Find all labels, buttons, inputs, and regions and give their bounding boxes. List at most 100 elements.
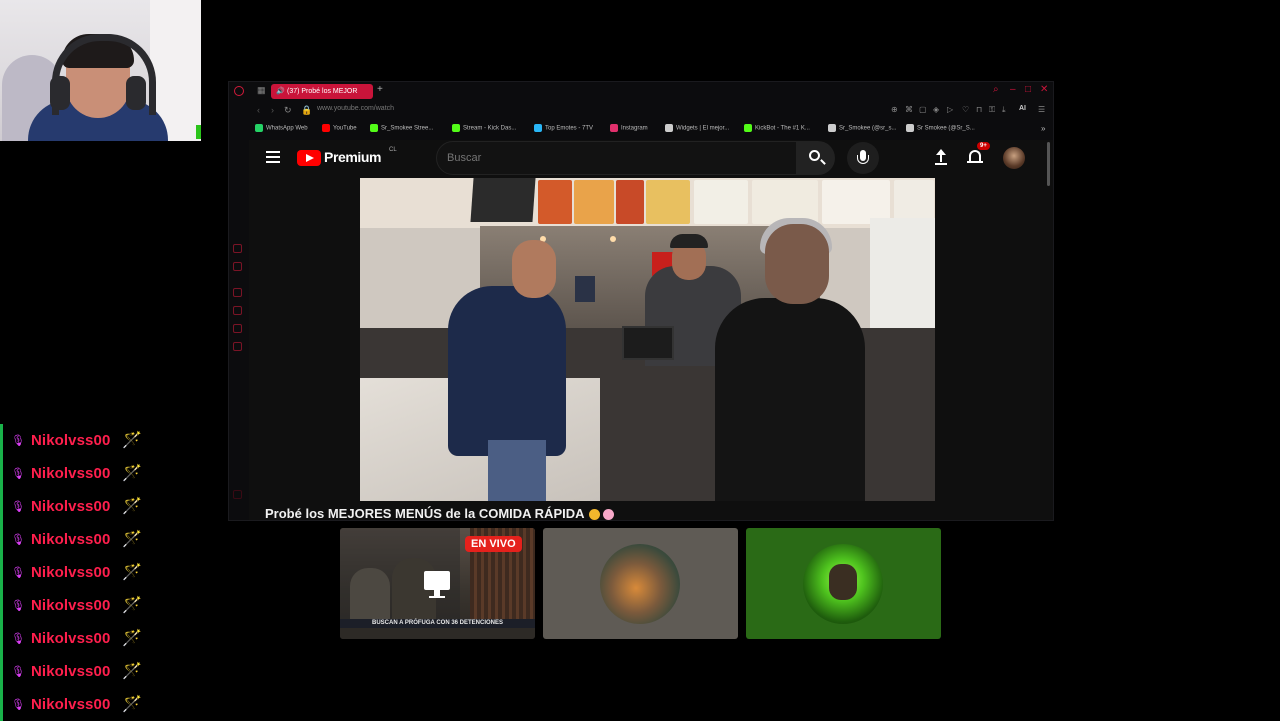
- mic-badge-icon: 🎙: [11, 467, 25, 480]
- bookmark-favicon-icon: [828, 124, 836, 132]
- chat-username: Nikolvss00: [31, 432, 111, 449]
- voice-search-button[interactable]: [847, 142, 879, 174]
- streamer-avatar-card-green[interactable]: [746, 528, 941, 639]
- wand-emote-icon: 🪄: [122, 695, 142, 713]
- shield-icon[interactable]: ◈: [933, 105, 939, 114]
- bookmark-item[interactable]: Sr_Smokee (@sr_s...: [828, 124, 896, 132]
- bookmark-favicon-icon: [452, 124, 460, 132]
- scrollbar[interactable]: [1047, 142, 1050, 186]
- new-tab-button[interactable]: +: [377, 85, 383, 95]
- maximize-button[interactable]: □: [1025, 85, 1031, 95]
- mic-badge-icon: 🎙: [11, 665, 25, 678]
- forward-button[interactable]: ›: [271, 105, 274, 115]
- sidebar-download-icon[interactable]: [233, 306, 242, 315]
- sidebar-settings-icon[interactable]: [233, 342, 242, 351]
- search-icon: [809, 150, 820, 161]
- bookmark-favicon-icon: [906, 124, 914, 132]
- bookmark-favicon-icon: [744, 124, 752, 132]
- youtube-premium-logo[interactable]: Premium: [324, 149, 382, 165]
- monitor-icon: [424, 571, 450, 598]
- video-player[interactable]: [360, 178, 935, 501]
- speaker-icon[interactable]: 🔊: [276, 84, 285, 99]
- browser-sidebar: [229, 138, 247, 522]
- sidebar-chat-icon[interactable]: [233, 324, 242, 333]
- bookmark-favicon-icon: [370, 124, 378, 132]
- wand-emote-icon: 🪄: [122, 497, 142, 515]
- chat-message: 🎙 Nikolvss00 🪄: [0, 457, 200, 490]
- reload-icon[interactable]: ↻: [284, 105, 292, 116]
- menu-icon[interactable]: ☰: [1038, 105, 1045, 114]
- mic-badge-icon: 🎙: [11, 533, 25, 546]
- bookmark-item[interactable]: Sr_Smokee Stree...: [370, 124, 433, 132]
- chat-overlay: 🎙 Nikolvss00 🪄 🎙 Nikolvss00 🪄 🎙 Nikolvss00 🪄 🎙 Nik…: [0, 424, 200, 721]
- bookmark-item[interactable]: Sr Smokee (@Sr_S...: [906, 124, 975, 132]
- bookmarks-bar: WhatsApp Web YouTube Sr_Smokee Stree... Str…: [229, 123, 1053, 136]
- play-icon[interactable]: ▷: [947, 105, 953, 114]
- avatar[interactable]: [1003, 147, 1025, 169]
- bookmark-item[interactable]: Stream - Kick Das...: [452, 124, 516, 132]
- fire-emoji-icon: [588, 509, 600, 520]
- chat-message: 🎙 Nikolvss00 🪄: [0, 589, 200, 622]
- upload-icon[interactable]: [935, 149, 947, 165]
- extension-icon[interactable]: ⌘: [905, 105, 913, 114]
- chat-message: 🎙 Nikolvss00 🪄: [0, 490, 200, 523]
- tab-title: (37) Probé los MEJOR: [287, 88, 358, 95]
- chat-username: Nikolvss00: [31, 630, 111, 647]
- chat-username: Nikolvss00: [31, 564, 111, 581]
- mic-badge-icon: 🎙: [11, 434, 25, 447]
- bookmark-item[interactable]: Widgets | El mejor...: [665, 124, 729, 132]
- bookmark-icon[interactable]: ⊓: [976, 105, 982, 114]
- zoom-icon[interactable]: ⊕: [891, 105, 898, 114]
- chat-username: Nikolvss00: [31, 597, 111, 614]
- close-button[interactable]: ✕: [1040, 85, 1048, 95]
- bookmark-item[interactable]: Instagram: [610, 124, 648, 132]
- tab-bar: ▦ 🔊 (37) Probé los MEJOR + ⌕ – □ ✕: [229, 82, 1053, 102]
- hamburger-menu-icon[interactable]: [266, 151, 280, 163]
- tabs-grid-icon[interactable]: ▦: [257, 86, 266, 95]
- download-icon[interactable]: ⤓: [1002, 105, 1006, 115]
- sidebar-clock-icon[interactable]: [233, 288, 242, 297]
- restaurant-sign: [470, 178, 536, 222]
- browser-window: ▦ 🔊 (37) Probé los MEJOR + ⌕ – □ ✕ ‹ › ↻…: [228, 81, 1054, 521]
- wand-emote-icon: 🪄: [122, 563, 142, 581]
- bookmark-favicon-icon: [534, 124, 542, 132]
- video-title: Probé los MEJORES MENÚS de la COMIDA RÁP…: [265, 506, 614, 520]
- minimize-button[interactable]: –: [1010, 85, 1016, 95]
- sidebar-notes-icon[interactable]: [233, 262, 242, 271]
- bookmarks-overflow-icon[interactable]: »: [1041, 124, 1045, 133]
- chat-message: 🎙 Nikolvss00 🪄: [0, 688, 200, 721]
- wand-emote-icon: 🪄: [122, 629, 142, 647]
- streamer-avatar-card[interactable]: [543, 528, 738, 639]
- wallet-icon[interactable]: ⚿: [989, 105, 995, 115]
- url-field[interactable]: www.youtube.com/watch: [317, 105, 394, 112]
- ai-button[interactable]: AI: [1019, 105, 1026, 112]
- chat-username: Nikolvss00: [31, 696, 111, 713]
- search-input[interactable]: [436, 141, 797, 175]
- chat-username: Nikolvss00: [31, 531, 111, 548]
- bookmark-item[interactable]: WhatsApp Web: [255, 124, 308, 132]
- heart-icon[interactable]: ♡: [962, 105, 969, 114]
- mic-badge-icon: 🎙: [11, 698, 25, 711]
- bookmark-item[interactable]: YouTube: [322, 124, 357, 132]
- bookmark-favicon-icon: [322, 124, 330, 132]
- bookmark-label: KickBot - The #1 K...: [755, 125, 810, 132]
- active-tab[interactable]: 🔊 (37) Probé los MEJOR: [271, 84, 373, 99]
- mic-badge-icon: 🎙: [11, 599, 25, 612]
- live-stream-card[interactable]: EN VIVO BUSCAN A PRÓFUGA CON 36 DETENCIO…: [340, 528, 535, 639]
- browser-logo-icon[interactable]: [234, 86, 244, 96]
- youtube-logo-icon[interactable]: [297, 150, 321, 166]
- notifications-bell-icon[interactable]: [967, 150, 983, 163]
- search-tabs-icon[interactable]: ⌕: [993, 85, 999, 95]
- back-button[interactable]: ‹: [257, 105, 260, 115]
- sidebar-history-icon[interactable]: [233, 244, 242, 253]
- streamer-avatar: [600, 544, 680, 624]
- chat-username: Nikolvss00: [31, 465, 111, 482]
- screenshot-icon[interactable]: ▢: [919, 105, 927, 114]
- sidebar-collapse-icon[interactable]: [233, 490, 242, 499]
- bookmark-item[interactable]: Top Emotes - 7TV: [534, 124, 593, 132]
- wand-emote-icon: 🪄: [122, 596, 142, 614]
- bookmark-item[interactable]: KickBot - The #1 K...: [744, 124, 810, 132]
- notification-badge: 9+: [977, 142, 990, 150]
- mic-badge-icon: 🎙: [11, 500, 25, 513]
- search-button[interactable]: [797, 141, 835, 175]
